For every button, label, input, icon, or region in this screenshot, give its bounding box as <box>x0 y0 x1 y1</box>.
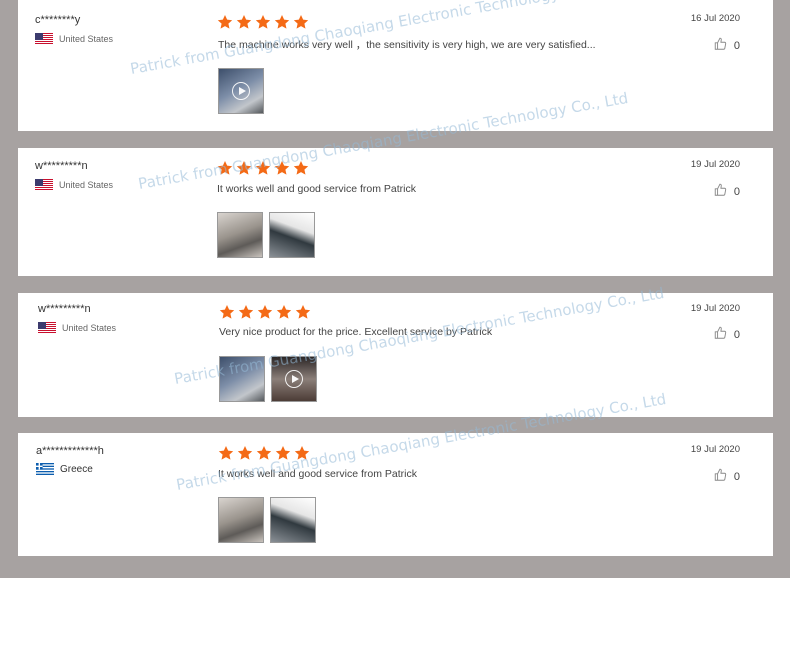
us-flag-icon <box>35 33 53 45</box>
review-date: 19 Jul 2020 <box>690 159 740 170</box>
country-label: Greece <box>60 463 93 475</box>
review-text: It works well and good service from Patr… <box>218 468 417 480</box>
review-photo[interactable] <box>218 497 264 543</box>
country-label: United States <box>62 323 117 333</box>
star-rating <box>219 304 314 319</box>
review-date: 19 Jul 2020 <box>690 444 740 455</box>
reviewer-country: Greece <box>36 463 93 475</box>
review-photo[interactable] <box>218 68 264 114</box>
star-icon <box>294 445 310 460</box>
star-rating <box>217 160 312 175</box>
helpful-count: 0 <box>733 470 740 483</box>
review-photo[interactable] <box>269 212 315 258</box>
star-icon <box>276 304 292 319</box>
review-photos <box>219 356 323 402</box>
helpful-count: 0 <box>733 328 740 341</box>
review-card: w*********n United States Very nice prod… <box>18 293 773 417</box>
greece-flag-icon <box>36 463 54 475</box>
star-icon <box>274 160 290 175</box>
helpful-button[interactable]: 0 <box>713 37 740 54</box>
review-date: 16 Jul 2020 <box>690 13 740 24</box>
reviewer-country: United States <box>35 179 113 191</box>
play-icon <box>232 82 250 100</box>
thumbs-up-icon <box>713 37 734 54</box>
star-icon <box>293 160 309 175</box>
star-icon <box>274 14 290 29</box>
country-label: United States <box>59 180 114 190</box>
reviewer-name: a*************h <box>36 445 104 457</box>
thumbs-up-icon <box>713 468 734 485</box>
star-icon <box>295 304 311 319</box>
reviewer-country: United States <box>38 322 116 334</box>
star-icon <box>293 14 309 29</box>
star-icon <box>255 160 271 175</box>
review-photo[interactable] <box>217 212 263 258</box>
review-photo[interactable] <box>219 356 265 402</box>
star-icon <box>275 445 291 460</box>
review-photo[interactable] <box>270 497 316 543</box>
star-icon <box>256 445 272 460</box>
thumbs-up-icon <box>713 326 734 343</box>
star-rating <box>218 445 313 460</box>
star-icon <box>217 160 233 175</box>
play-icon <box>285 370 303 388</box>
review-text: The machine works very well ，the sensiti… <box>218 39 596 51</box>
review-photo[interactable] <box>271 356 317 402</box>
reviewer-name: w*********n <box>38 303 91 315</box>
us-flag-icon <box>35 179 53 191</box>
helpful-count: 0 <box>733 39 740 52</box>
star-icon <box>257 304 273 319</box>
helpful-button[interactable]: 0 <box>713 326 740 343</box>
star-icon <box>217 14 233 29</box>
reviewer-name: w*********n <box>35 160 88 172</box>
star-icon <box>238 304 254 319</box>
star-icon <box>236 14 252 29</box>
review-photos <box>217 212 321 258</box>
star-icon <box>236 160 252 175</box>
star-rating <box>217 14 312 29</box>
helpful-count: 0 <box>733 185 740 198</box>
review-photos <box>218 497 322 543</box>
star-icon <box>219 304 235 319</box>
us-flag-icon <box>38 322 56 334</box>
reviewer-name: c********y <box>35 14 81 26</box>
review-card: c********y United States The machine wor… <box>18 0 773 131</box>
review-card: w*********n United States It works well … <box>18 148 773 276</box>
review-text: It works well and good service from Patr… <box>217 183 416 195</box>
review-text: Very nice product for the price. Excelle… <box>219 326 493 338</box>
reviewer-country: United States <box>35 33 113 45</box>
helpful-button[interactable]: 0 <box>713 183 740 200</box>
star-icon <box>255 14 271 29</box>
thumbs-up-icon <box>713 183 734 200</box>
review-photos <box>218 68 270 114</box>
star-icon <box>237 445 253 460</box>
country-label: United States <box>59 34 114 44</box>
helpful-button[interactable]: 0 <box>713 468 740 485</box>
review-date: 19 Jul 2020 <box>690 303 740 314</box>
star-icon <box>218 445 234 460</box>
review-card: a*************h Greece It works well and… <box>18 433 773 556</box>
